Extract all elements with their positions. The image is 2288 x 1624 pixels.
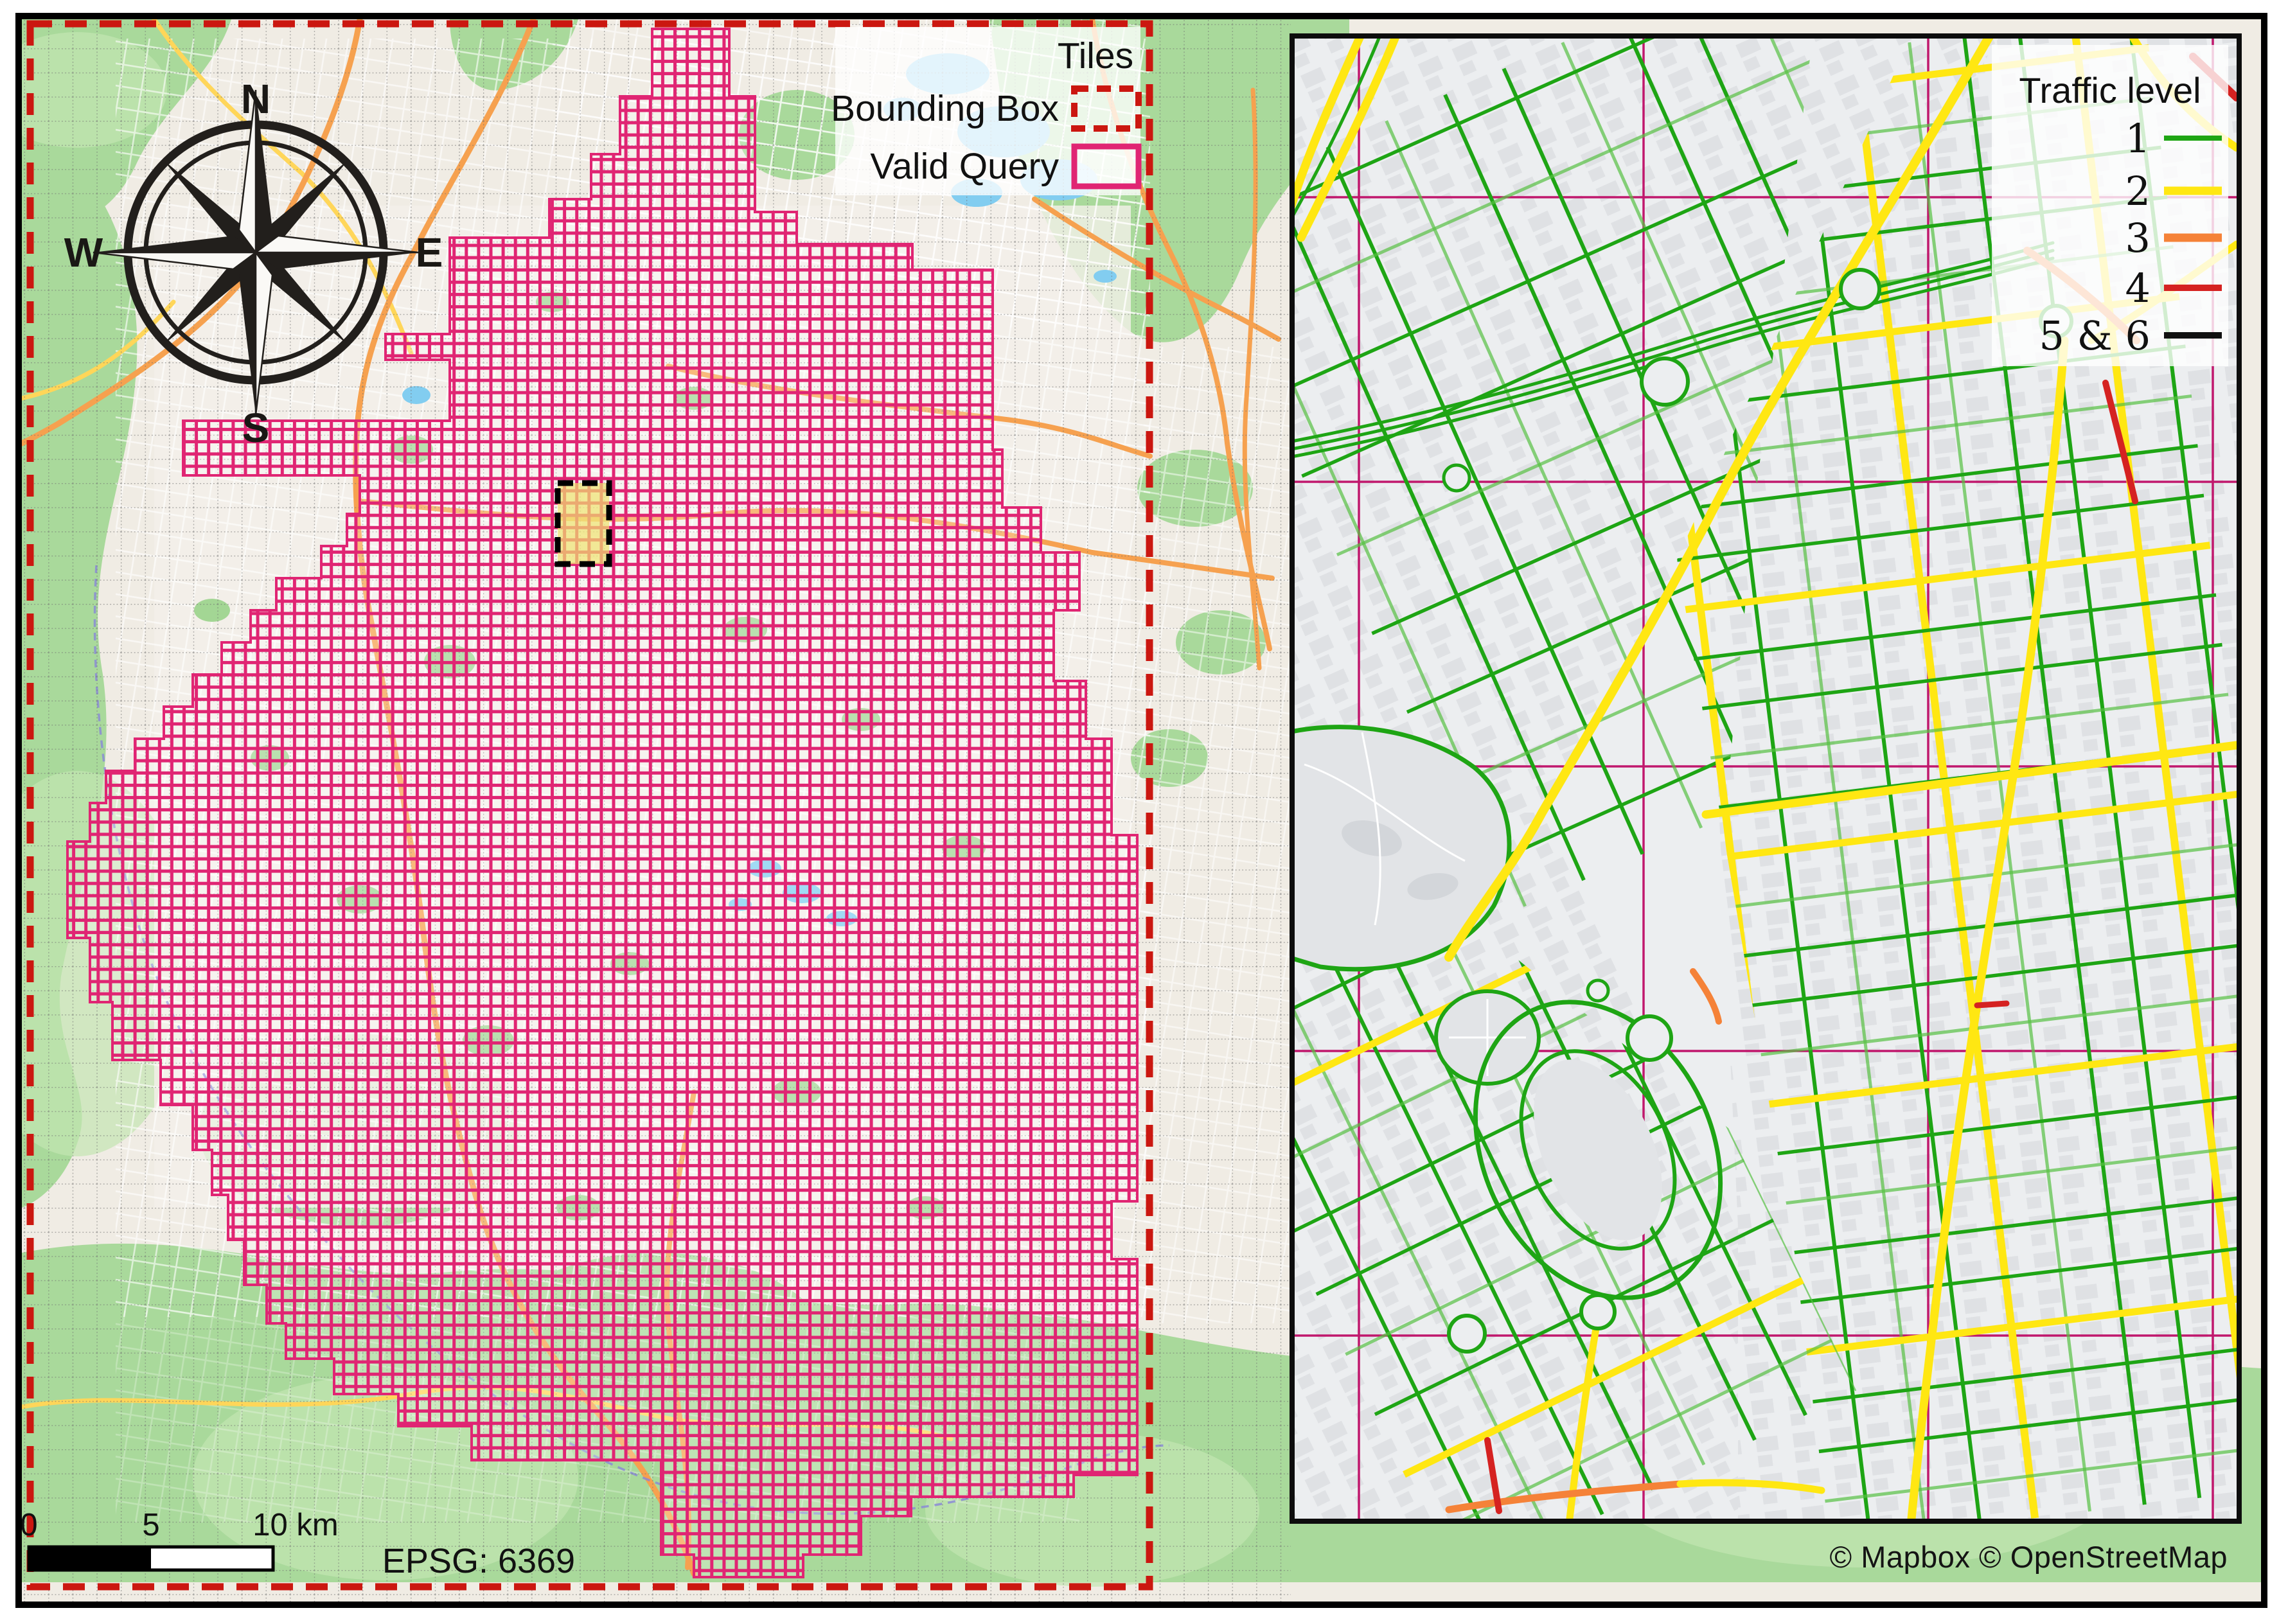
tiles-legend: Tiles Bounding Box Valid Query <box>831 27 1140 195</box>
legend-swatch-valid-query <box>1074 146 1139 186</box>
legend-label-valid-query: Valid Query <box>870 146 1059 187</box>
scale-tick-5: 5 <box>142 1508 159 1542</box>
traffic-level-1-label: 1 <box>2125 115 2151 162</box>
scale-tick-10: 10 km <box>253 1508 338 1542</box>
legend-label-bounding-box: Bounding Box <box>831 88 1059 129</box>
traffic-map: Traffic level 1 2 3 4 5 & 6 <box>1295 39 2237 1519</box>
tiles-legend-title: Tiles <box>1058 35 1133 76</box>
traffic-legend-title: Traffic level <box>2019 70 2201 110</box>
figure: N S E W Tiles Bounding Box Valid Query 0… <box>0 0 2288 1624</box>
compass-north-label: N <box>241 76 270 122</box>
scale-tick-0: 0 <box>22 1508 38 1542</box>
traffic-level-2-label: 2 <box>2125 168 2151 215</box>
traffic-detail-panel: Traffic level 1 2 3 4 5 & 6 <box>1290 33 2242 1524</box>
map-attribution: © Mapbox © OpenStreetMap <box>1830 1539 2228 1575</box>
compass-south-label: S <box>242 405 270 451</box>
traffic-level-4-label: 4 <box>2125 265 2151 312</box>
zoom-extent-rect <box>558 483 609 564</box>
compass-west-label: W <box>64 229 103 276</box>
compass-east-label: E <box>416 229 443 276</box>
traffic-legend: Traffic level 1 2 3 4 5 & 6 <box>1992 45 2228 366</box>
map-figure-frame: N S E W Tiles Bounding Box Valid Query 0… <box>15 13 2267 1608</box>
epsg-label: EPSG: 6369 <box>382 1542 575 1580</box>
traffic-level-3-label: 3 <box>2125 215 2151 261</box>
traffic-level-5-6-label: 5 & 6 <box>2039 312 2151 359</box>
